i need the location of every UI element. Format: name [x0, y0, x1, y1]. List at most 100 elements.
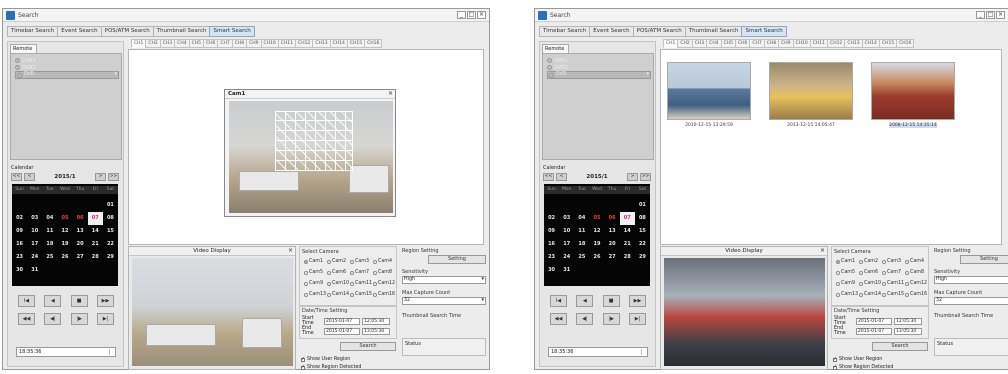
camera-option[interactable]: Cam14 [859, 292, 881, 297]
end-date-field[interactable]: 2015-01-07 [856, 327, 892, 335]
start-date-field[interactable]: 2015-01-07 [324, 317, 360, 325]
radio-icon[interactable] [373, 259, 377, 264]
calendar-day[interactable]: 19 [589, 238, 604, 251]
tab-ch1[interactable]: CH1 [131, 39, 146, 48]
tab-ch12[interactable]: CH12 [827, 39, 845, 48]
last-frame-button[interactable]: ▶| [96, 313, 114, 325]
tab-ch6[interactable]: CH6 [734, 39, 750, 48]
tab-ch11[interactable]: CH11 [277, 39, 296, 48]
calendar-day[interactable]: 13 [73, 225, 88, 238]
time-input[interactable]: 18:35:36 [548, 347, 648, 357]
calendar-day[interactable]: 29 [635, 251, 650, 264]
calendar-day[interactable]: 01 [635, 199, 650, 212]
camera-option[interactable]: Cam6 [859, 270, 878, 275]
tree-item[interactable]: DVR [547, 71, 651, 79]
calendar-day[interactable]: 30 [544, 264, 559, 277]
camera-option[interactable]: Cam15 [882, 292, 904, 297]
calendar-day[interactable]: 26 [589, 251, 604, 264]
minimize-icon[interactable]: _ [976, 11, 985, 19]
calendar-day[interactable]: 17 [27, 238, 42, 251]
tab-ch4[interactable]: CH4 [174, 39, 189, 48]
step-forward-button[interactable]: |▶ [70, 313, 88, 325]
tab-ch8[interactable]: CH8 [231, 39, 247, 48]
end-clock-field[interactable]: 13:05:30 [362, 327, 390, 335]
time-input[interactable]: 18:35:36 [16, 347, 116, 357]
calendar-day[interactable]: 30 [12, 264, 27, 277]
tab-ch2[interactable]: CH2 [677, 39, 692, 48]
step-back-button[interactable]: ◀| [576, 313, 594, 325]
radio-icon[interactable] [905, 281, 909, 286]
calendar-day[interactable]: 02 [12, 212, 27, 225]
thumbnail-item[interactable]: 2013-12-15 14:05:47 [769, 62, 853, 128]
camera-option[interactable]: Cam5 [304, 270, 323, 275]
calendar-day[interactable]: 05 [589, 212, 604, 225]
calendar-day[interactable]: 09 [544, 225, 559, 238]
calendar-day[interactable]: 24 [559, 251, 574, 264]
radio-icon[interactable] [327, 259, 331, 264]
checkbox-icon[interactable] [301, 364, 305, 370]
tab-remote[interactable]: Remote [10, 44, 37, 53]
camera-option[interactable]: Cam8 [905, 270, 924, 275]
minimize-icon[interactable]: _ [457, 11, 466, 19]
show-user-region-checkbox[interactable]: Show User Region [833, 356, 882, 362]
calendar-day[interactable]: 20 [605, 238, 620, 251]
tab-ch13[interactable]: CH13 [312, 39, 330, 48]
calendar-day[interactable]: 10 [559, 225, 574, 238]
calendar-day[interactable]: 06 [605, 212, 620, 225]
end-date-field[interactable]: 2015-01-07 [324, 327, 360, 335]
radio-icon[interactable] [882, 259, 886, 264]
tab-remote[interactable]: Remote [542, 44, 569, 53]
radio-icon[interactable] [350, 270, 354, 275]
camera-option[interactable]: Cam11 [350, 281, 372, 286]
stop-button[interactable]: ■ [602, 295, 620, 307]
calendar-day[interactable]: 18 [574, 238, 589, 251]
tab-ch3[interactable]: CH3 [691, 39, 707, 48]
checkbox-icon[interactable] [833, 364, 837, 370]
spinner-icon[interactable] [109, 349, 114, 355]
calendar-day[interactable]: 26 [57, 251, 72, 264]
camera-option[interactable]: Cam16 [905, 292, 927, 297]
calendar-day[interactable]: 28 [88, 251, 103, 264]
camera-option[interactable]: Cam4 [905, 259, 924, 264]
thumbnail-image[interactable] [871, 62, 955, 120]
tab-ch14[interactable]: CH14 [329, 39, 347, 48]
calendar-day[interactable]: 31 [559, 264, 574, 277]
camera-option[interactable]: Cam2 [859, 259, 878, 264]
calendar-day[interactable]: 10 [27, 225, 42, 238]
first-frame-button[interactable]: I◀ [550, 295, 567, 307]
calendar-day[interactable]: 27 [73, 251, 88, 264]
radio-icon[interactable] [882, 270, 886, 275]
tab-ch7[interactable]: CH7 [749, 39, 764, 48]
prev-year-button[interactable]: << [543, 173, 554, 181]
close-icon[interactable]: × [820, 247, 825, 254]
calendar-day[interactable]: 11 [42, 225, 57, 238]
radio-icon[interactable] [350, 259, 354, 264]
tab-smart-search[interactable]: Smart Search [741, 26, 787, 37]
camera-option[interactable]: Cam13 [304, 292, 326, 297]
tab-thumbnail-search[interactable]: Thumbnail Search [684, 26, 742, 37]
calendar-day[interactable]: 16 [12, 238, 27, 251]
camera-option[interactable]: Cam1 [304, 259, 323, 264]
camera-option[interactable]: Cam15 [350, 292, 372, 297]
calendar-day[interactable]: 03 [559, 212, 574, 225]
camera-option[interactable]: Cam3 [350, 259, 369, 264]
tab-ch16[interactable]: CH16 [364, 39, 383, 48]
sensitivity-select[interactable]: High [934, 276, 1008, 284]
tab-ch6[interactable]: CH6 [202, 39, 218, 48]
tab-ch11[interactable]: CH11 [809, 39, 828, 48]
calendar-day[interactable]: 21 [620, 238, 635, 251]
close-icon[interactable]: × [996, 11, 1005, 19]
thumbnail-item[interactable]: 2008-12-15 14:35:14 [871, 62, 955, 128]
radio-icon[interactable] [304, 292, 308, 297]
calendar-day[interactable]: 18 [42, 238, 57, 251]
close-icon[interactable]: × [288, 247, 293, 254]
thumbnail-item[interactable]: 2010-12-15 13:29:59 [667, 62, 751, 128]
tree-item[interactable]: DVR2 [547, 64, 568, 71]
spinner-icon[interactable] [641, 349, 646, 355]
thumbnail-image[interactable] [769, 62, 853, 120]
search-button[interactable]: Search [340, 342, 396, 351]
camera-option[interactable]: Cam9 [304, 281, 323, 286]
next-year-button[interactable]: >> [108, 173, 119, 181]
radio-icon[interactable] [905, 270, 909, 275]
search-button[interactable]: Search [872, 342, 928, 351]
